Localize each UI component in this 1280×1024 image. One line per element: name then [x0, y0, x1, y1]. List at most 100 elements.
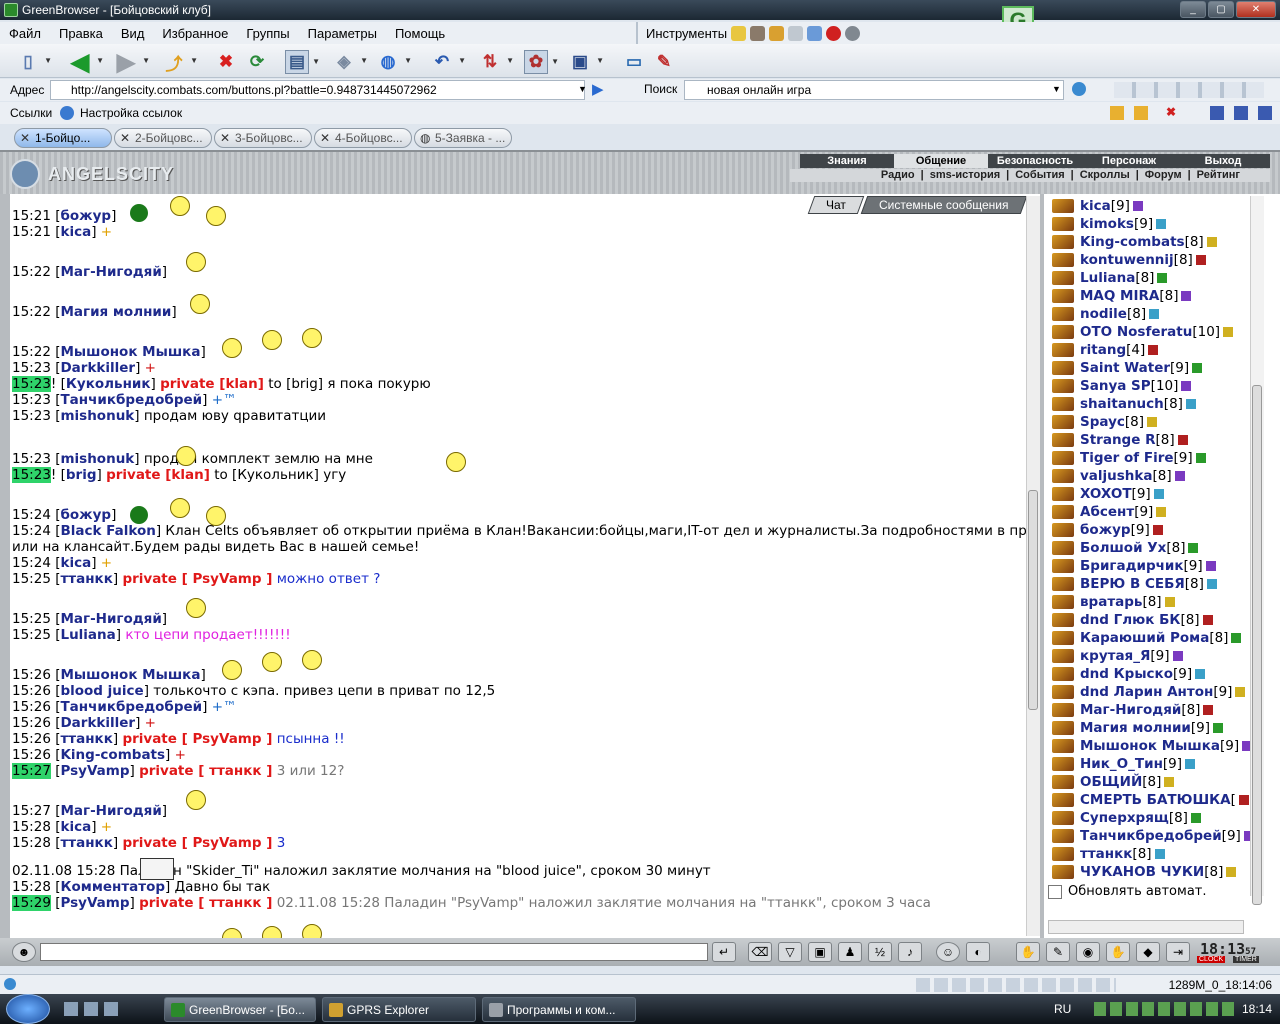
pin-icon[interactable] — [731, 25, 747, 41]
private-message-icon[interactable] — [1052, 613, 1074, 627]
menu-options[interactable]: Параметры — [299, 26, 386, 41]
private-message-icon[interactable] — [1052, 289, 1074, 303]
tab-2[interactable]: ✕ 2-Бойцовс... — [114, 128, 212, 148]
user-list-item[interactable]: Караюший Рома[8] — [1052, 630, 1242, 646]
info-icon[interactable] — [1190, 813, 1201, 823]
user-list-item[interactable]: ЧУКАНОВ ЧУКИ[8] — [1052, 864, 1237, 880]
private-message-icon[interactable] — [1052, 757, 1074, 771]
menu-view[interactable]: Вид — [112, 26, 154, 41]
globe-icon[interactable]: ◍ ▼ — [376, 50, 412, 74]
save-icon[interactable]: ▣ ▼ — [568, 50, 604, 74]
user-list-item[interactable]: ВЕРЮ В СЕБЯ[8] — [1052, 576, 1217, 592]
private-message-icon[interactable] — [1052, 271, 1074, 285]
tab-5[interactable]: ◍ 5-Заявка - ... — [414, 128, 512, 148]
settings-icon[interactable] — [845, 25, 861, 41]
private-message-icon[interactable] — [1052, 721, 1074, 735]
info-icon[interactable] — [1149, 309, 1160, 319]
chat-nick[interactable]: mishonuk — [60, 408, 134, 424]
exit-icon[interactable]: ⇥ — [1166, 942, 1190, 962]
chat-input[interactable] — [40, 943, 708, 961]
chat-nick[interactable]: ттанкк — [60, 835, 112, 851]
user-name[interactable]: Бригадирчик — [1080, 558, 1184, 574]
chat-nick[interactable]: blood juice — [60, 683, 143, 699]
up-icon[interactable]: ⤴ ▼ — [162, 50, 199, 74]
info-icon[interactable] — [1205, 561, 1216, 571]
private-message-icon[interactable] — [1052, 217, 1074, 231]
chat-nick[interactable]: brig — [66, 467, 97, 483]
mouse-icon[interactable] — [750, 25, 766, 41]
stop-icon[interactable]: ✖ — [214, 50, 238, 74]
info-icon[interactable] — [1195, 453, 1206, 463]
search-engines-bar[interactable] — [1114, 82, 1264, 98]
user-name[interactable]: Караюший Рома — [1080, 630, 1209, 646]
language-indicator[interactable]: RU — [1054, 1002, 1071, 1016]
maximize-button[interactable]: ▢ — [1208, 1, 1234, 18]
private-message-icon[interactable] — [1052, 415, 1074, 429]
info-icon[interactable] — [1156, 219, 1167, 229]
private-message-icon[interactable] — [1052, 541, 1074, 555]
menu-help[interactable]: Помощь — [386, 26, 454, 41]
user-list-item[interactable]: shaitanuch[8] — [1052, 396, 1196, 412]
private-message-icon[interactable] — [1052, 325, 1074, 339]
private-message-icon[interactable] — [1052, 343, 1074, 357]
magnifier-icon[interactable] — [807, 25, 823, 41]
user-name[interactable]: ОБЩИЙ — [1080, 774, 1142, 790]
info-icon[interactable] — [1181, 381, 1192, 391]
chat-nick[interactable]: kica — [60, 819, 91, 835]
save-chat-icon[interactable]: ▣ — [808, 942, 832, 962]
info-icon[interactable] — [1195, 669, 1206, 679]
tab-close-icon[interactable]: ✕ — [220, 131, 230, 145]
private-message-icon[interactable] — [1052, 523, 1074, 537]
tab-system-messages[interactable]: Системные сообщения — [861, 196, 1028, 214]
nav-events[interactable]: События — [1015, 169, 1064, 182]
tab-3[interactable]: ✕ 3-Бойцовс... — [214, 128, 312, 148]
forward-icon[interactable]: ▶ ▼ — [114, 49, 150, 76]
user-name[interactable]: Болшой Ух — [1080, 540, 1166, 556]
search-dropdown-icon[interactable]: ▼ — [1052, 84, 1061, 94]
nav-sms-history[interactable]: sms-история — [930, 169, 1000, 182]
info-icon[interactable] — [1172, 651, 1183, 661]
address-dropdown-icon[interactable]: ▼ — [578, 84, 587, 94]
sound-icon[interactable]: ♪ — [898, 942, 922, 962]
user-name[interactable]: Маг-Нигодяй — [1080, 702, 1181, 718]
user-name[interactable]: valjushka — [1080, 468, 1153, 484]
private-message-icon[interactable] — [1052, 703, 1074, 717]
undo-icon[interactable]: ↶ ▼ — [430, 50, 466, 74]
private-message-icon[interactable] — [1052, 649, 1074, 663]
minimize-button[interactable]: _ — [1180, 1, 1206, 18]
user-list-item[interactable]: Luliana[8] — [1052, 270, 1168, 286]
user-list-item[interactable]: Абсент[9] — [1052, 504, 1167, 520]
chat-nick[interactable]: Luliana — [60, 627, 115, 643]
chat-nick[interactable]: kica — [60, 224, 91, 240]
chat-nick[interactable]: божур — [60, 208, 111, 224]
chat-nick[interactable]: kica — [60, 555, 91, 571]
info-icon[interactable] — [1177, 435, 1188, 445]
search-engine-icon[interactable] — [1072, 82, 1086, 96]
user-list-item[interactable]: King-combats[8] — [1052, 234, 1217, 250]
chat-nick[interactable]: Маг-Нигодяй — [60, 264, 161, 280]
private-message-icon[interactable] — [1052, 379, 1074, 393]
user-name[interactable]: Абсент — [1080, 504, 1134, 520]
action-icon-4[interactable]: ✋ — [1106, 942, 1130, 962]
info-icon[interactable] — [1185, 759, 1196, 769]
user-list-item[interactable]: ritang[4] — [1052, 342, 1159, 358]
private-message-icon[interactable] — [1052, 487, 1074, 501]
private-message-icon[interactable] — [1052, 199, 1074, 213]
clear-icon[interactable]: ⌫ — [748, 942, 772, 962]
user-name[interactable]: Мышонок Мышка — [1080, 738, 1220, 754]
info-icon[interactable] — [1132, 201, 1143, 211]
chat-nick[interactable]: Black Falkon — [60, 523, 155, 539]
info-icon[interactable] — [1206, 579, 1217, 589]
user-list-item[interactable]: OTO Nosferatu[10] — [1052, 324, 1234, 340]
auto-update-option[interactable]: Обновлять автомат. — [1048, 884, 1207, 899]
chat-nick[interactable]: Танчикбредобрей — [60, 699, 202, 715]
info-icon[interactable] — [1231, 633, 1242, 643]
go-icon[interactable]: ▶ — [592, 80, 604, 98]
screen-icon[interactable]: ▭ — [622, 50, 646, 74]
user-list-scroll-thumb[interactable] — [1252, 385, 1262, 905]
user-name[interactable]: XOXOT — [1080, 486, 1132, 502]
chat-nick[interactable]: ттанкк — [60, 571, 112, 587]
info-icon[interactable] — [1202, 615, 1213, 625]
status-icons[interactable] — [916, 978, 1116, 992]
address-input[interactable]: http://angelscity.combats.com/buttons.pl… — [50, 80, 585, 100]
